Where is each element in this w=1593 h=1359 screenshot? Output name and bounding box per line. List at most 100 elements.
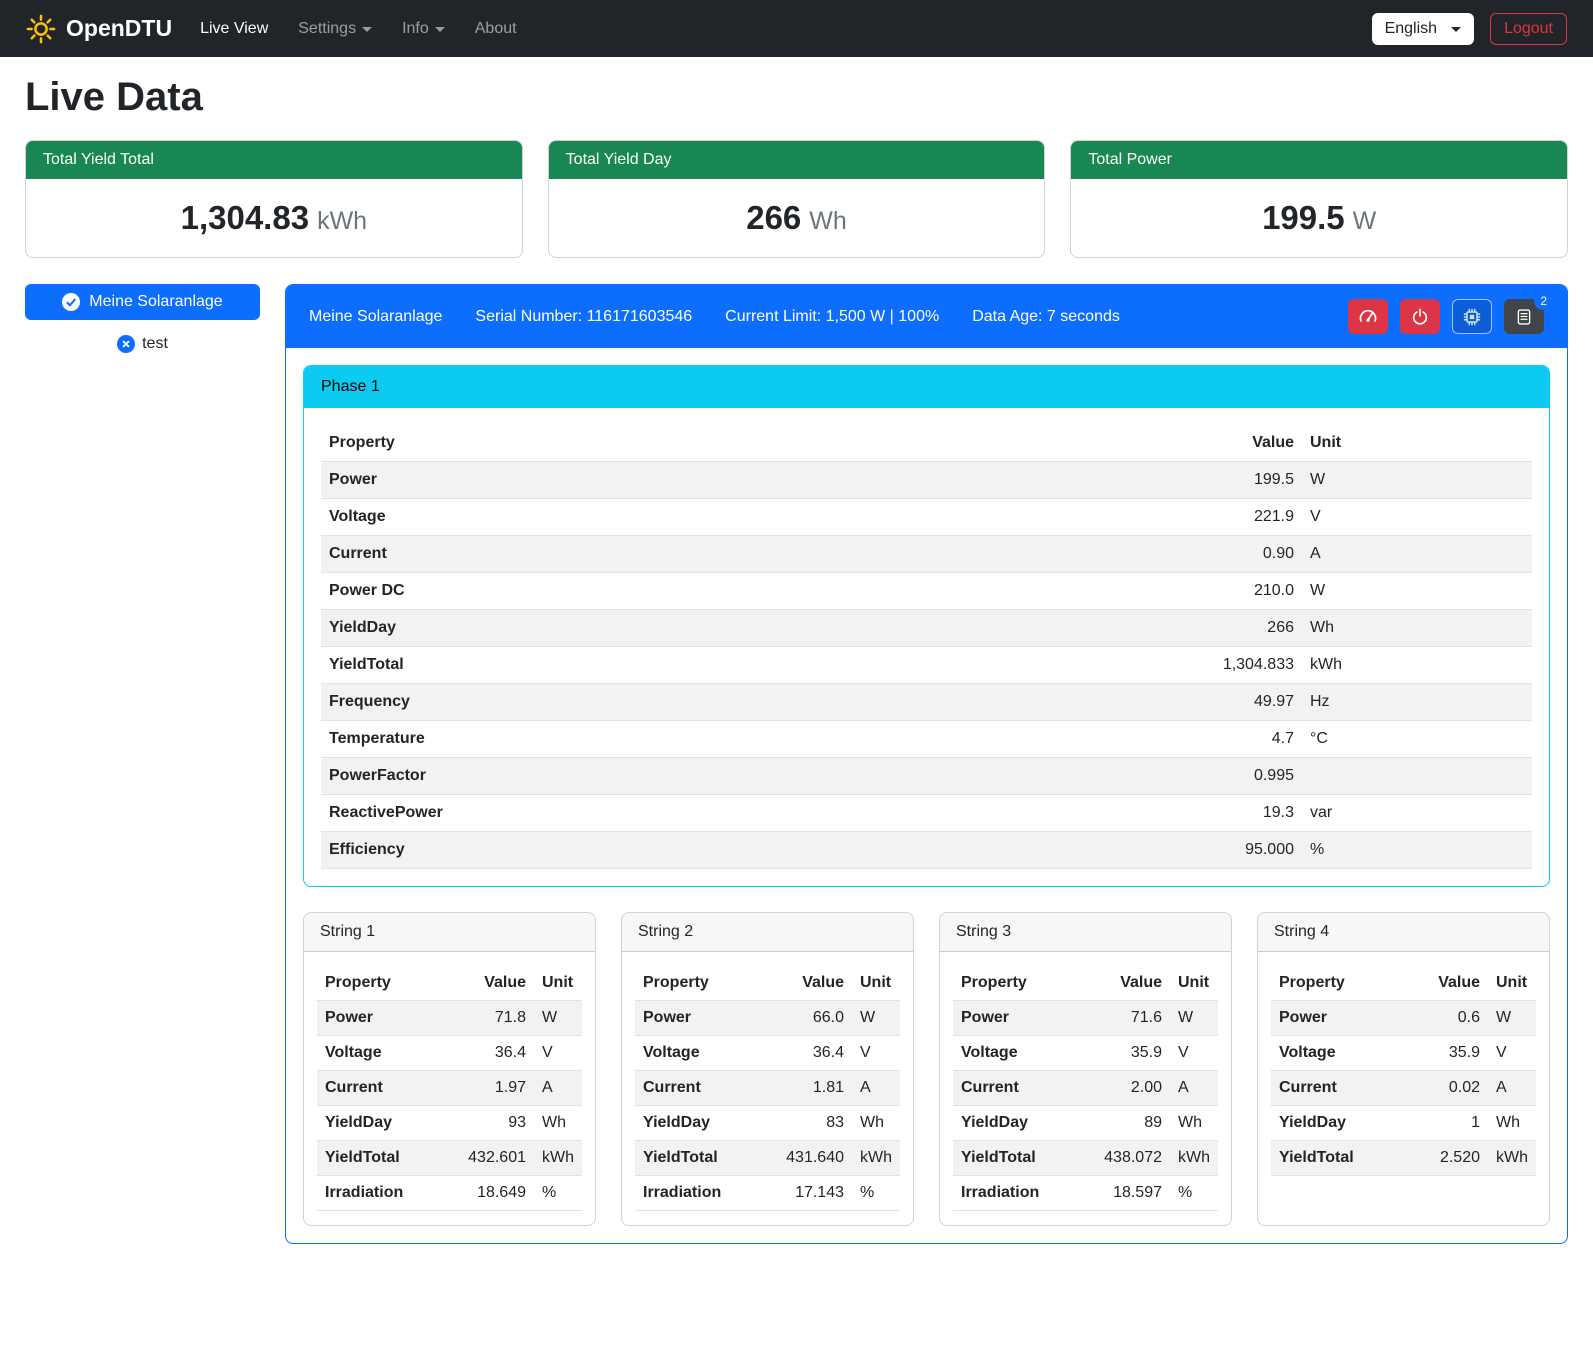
row-value: 2.520 [1404, 1141, 1489, 1176]
card-header: Total Power [1071, 141, 1567, 179]
row-unit: °C [1302, 721, 1532, 758]
table-header-row: Property Value Unit [321, 425, 1532, 462]
row-property: Power [953, 1001, 1075, 1036]
page-title: Live Data [25, 75, 1568, 120]
event-count-badge: 2 [1534, 292, 1553, 310]
language-select-value: English [1385, 20, 1437, 38]
string-card-body: Property Value Unit Power71.8WVoltage36.… [304, 952, 595, 1225]
table-row: YieldTotal432.601kWh [317, 1141, 582, 1176]
row-unit: A [1302, 536, 1532, 573]
power-icon [1411, 308, 1429, 326]
row-unit: kWh [1170, 1141, 1218, 1176]
sun-icon [26, 14, 56, 44]
nav-info[interactable]: Info [402, 20, 445, 38]
journal-icon [1515, 308, 1533, 326]
row-value: 0.90 [908, 536, 1302, 573]
table-row: Voltage221.9V [321, 499, 1532, 536]
row-value: 1.97 [439, 1071, 534, 1106]
table-row: Current0.02A [1271, 1071, 1536, 1106]
table-head: Property Value Unit [635, 966, 900, 1001]
card-total-power: Total Power 199.5W [1070, 140, 1568, 258]
table-row: Current1.81A [635, 1071, 900, 1106]
row-unit: V [1488, 1036, 1536, 1071]
row-property: YieldTotal [321, 647, 908, 684]
row-property: ReactivePower [321, 795, 908, 832]
table-row: Current1.97A [317, 1071, 582, 1106]
inverter-card-header: Meine Solaranlage Serial Number: 1161716… [286, 285, 1567, 348]
row-property: Voltage [1271, 1036, 1404, 1071]
row-property: Power [321, 462, 908, 499]
row-value: 71.8 [439, 1001, 534, 1036]
table-row: Efficiency95.000% [321, 832, 1532, 869]
table-row: Frequency49.97Hz [321, 684, 1532, 721]
nav-info-label: Info [402, 20, 429, 38]
row-unit: A [1488, 1071, 1536, 1106]
row-value: 95.000 [908, 832, 1302, 869]
sidebar-item-meine-solaranlage[interactable]: Meine Solaranlage [25, 284, 260, 320]
column-value: Value [757, 966, 852, 1001]
row-unit: A [1170, 1071, 1218, 1106]
row-property: YieldTotal [953, 1141, 1075, 1176]
string-1-table: Property Value Unit Power71.8WVoltage36.… [317, 966, 582, 1211]
nav-settings[interactable]: Settings [298, 20, 372, 38]
table-row: YieldTotal431.640kWh [635, 1141, 900, 1176]
column-property: Property [635, 966, 757, 1001]
row-value: 18.649 [439, 1176, 534, 1211]
device-info-button[interactable] [1452, 299, 1492, 334]
brand[interactable]: OpenDTU [26, 14, 172, 44]
inverter-data-age: Data Age: 7 seconds [972, 308, 1120, 326]
card-body: 266 Wh [549, 179, 1045, 257]
power-button[interactable] [1400, 299, 1440, 334]
string-card-body: Property Value Unit Power66.0WVoltage36.… [622, 952, 913, 1225]
table-row: Power DC210.0W [321, 573, 1532, 610]
nav-live-view[interactable]: Live View [200, 20, 268, 38]
card-value: 1,304.83 [181, 199, 309, 236]
string-card-header: String 3 [940, 913, 1231, 952]
table-row: Power0.6W [1271, 1001, 1536, 1036]
sidebar-item-test[interactable]: test [25, 335, 260, 353]
language-select[interactable]: English [1372, 13, 1474, 45]
limit-settings-button[interactable] [1348, 299, 1388, 334]
inverter-card-body: Phase 1 Property Value Unit Power199.5WV… [286, 348, 1567, 1243]
string-card-header: String 1 [304, 913, 595, 952]
table-head: Property Value Unit [317, 966, 582, 1001]
card-header: Total Yield Total [26, 141, 522, 179]
row-unit: W [1302, 462, 1532, 499]
row-property: Irradiation [635, 1176, 757, 1211]
table-head: Property Value Unit [953, 966, 1218, 1001]
table-header-row: Property Value Unit [1271, 966, 1536, 1001]
row-property: YieldTotal [1271, 1141, 1404, 1176]
string-2-table: Property Value Unit Power66.0WVoltage36.… [635, 966, 900, 1211]
table-row: Voltage35.9V [1271, 1036, 1536, 1071]
row-unit [1302, 758, 1532, 795]
inverter-sidebar: Meine Solaranlage test [25, 284, 260, 353]
row-value: 17.143 [757, 1176, 852, 1211]
inverter-card: Meine Solaranlage Serial Number: 1161716… [285, 284, 1568, 1244]
column-value: Value [1075, 966, 1170, 1001]
row-property: Voltage [317, 1036, 439, 1071]
logout-button[interactable]: Logout [1490, 13, 1567, 45]
row-value: 36.4 [439, 1036, 534, 1071]
row-unit: Wh [1302, 610, 1532, 647]
nav-about[interactable]: About [475, 20, 517, 38]
card-unit: Wh [809, 207, 847, 235]
speedometer-icon [1358, 307, 1378, 327]
card-body: 1,304.83kWh [26, 179, 522, 257]
column-unit: Unit [1302, 425, 1532, 462]
event-log-button[interactable]: 2 [1504, 299, 1544, 334]
phase-table: Property Value Unit Power199.5WVoltage22… [321, 425, 1532, 869]
string-card-header: String 2 [622, 913, 913, 952]
row-unit: kWh [1302, 647, 1532, 684]
table-row: Irradiation17.143% [635, 1176, 900, 1211]
table-body: Power71.6WVoltage35.9VCurrent2.00AYieldD… [953, 1001, 1218, 1211]
card-body: 199.5W [1071, 179, 1567, 257]
row-unit: A [534, 1071, 582, 1106]
row-value: 1 [1404, 1106, 1489, 1141]
row-value: 66.0 [757, 1001, 852, 1036]
row-unit: Wh [1488, 1106, 1536, 1141]
table-row: YieldTotal1,304.833kWh [321, 647, 1532, 684]
card-value: 266 [746, 199, 801, 236]
table-header-row: Property Value Unit [317, 966, 582, 1001]
row-property: PowerFactor [321, 758, 908, 795]
row-property: Current [1271, 1071, 1404, 1106]
